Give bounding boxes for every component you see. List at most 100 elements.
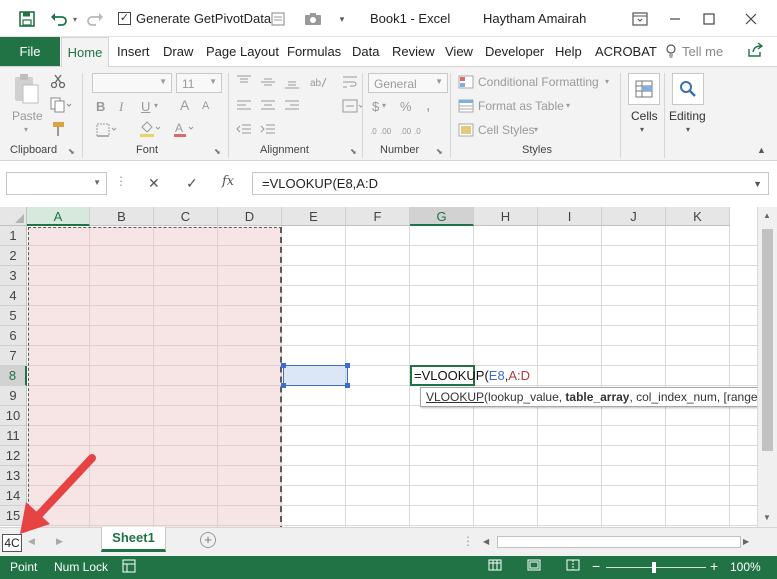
column-header-k[interactable]: K: [666, 207, 730, 226]
column-header-c[interactable]: C: [154, 207, 218, 226]
currency-dropdown-icon[interactable]: ▾: [382, 101, 386, 110]
fill-color-icon[interactable]: [138, 121, 162, 140]
conditional-formatting-icon[interactable]: [458, 75, 474, 92]
row-header-6[interactable]: 6: [0, 326, 27, 346]
lightbulb-icon[interactable]: [666, 44, 676, 61]
scroll-down-icon[interactable]: ▼: [763, 513, 771, 522]
align-bottom-icon[interactable]: [284, 75, 300, 92]
font-color-icon[interactable]: A: [172, 121, 196, 140]
column-header-e[interactable]: E: [282, 207, 346, 226]
column-header-j[interactable]: J: [602, 207, 666, 226]
cells-button-label[interactable]: Cells: [631, 109, 658, 123]
sheet-tab-sheet1[interactable]: Sheet1: [101, 527, 166, 552]
horizontal-scroll-thumb[interactable]: [497, 536, 741, 548]
select-all-button[interactable]: [0, 207, 27, 226]
tab-draw[interactable]: Draw: [163, 44, 193, 59]
magnifier-icon[interactable]: [672, 73, 704, 105]
row-header-7[interactable]: 7: [0, 346, 27, 366]
row-header-15[interactable]: 15: [0, 506, 27, 526]
font-name-combo[interactable]: ▼: [92, 73, 172, 93]
column-header-i[interactable]: I: [538, 207, 602, 226]
increase-indent-icon[interactable]: [260, 123, 276, 140]
tab-review[interactable]: Review: [392, 44, 435, 59]
worksheet-grid[interactable]: ABCDEFGHIJK 1 2 3 4 5 6 7 8 9 10 11 12 13 14 15 =VLOOK…: [0, 207, 757, 527]
vertical-scrollbar[interactable]: ▲ ▼: [757, 207, 777, 527]
user-name[interactable]: Haytham Amairah: [483, 11, 586, 26]
tab-acrobat[interactable]: ACROBAT: [595, 44, 657, 59]
zoom-slider-thumb[interactable]: [652, 562, 656, 573]
paste-icon[interactable]: [12, 73, 40, 110]
shrink-font-button[interactable]: A: [202, 100, 209, 112]
tab-insert[interactable]: Insert: [117, 44, 150, 59]
page-layout-view-icon[interactable]: [527, 559, 541, 574]
row-header-11[interactable]: 11: [0, 426, 27, 446]
page-break-view-icon[interactable]: [566, 559, 580, 574]
close-icon[interactable]: [740, 8, 762, 30]
align-top-icon[interactable]: [236, 75, 252, 92]
column-header-f[interactable]: F: [346, 207, 410, 226]
formula-input[interactable]: =VLOOKUP(E8,A:D ▼: [252, 172, 769, 195]
name-box[interactable]: ▼: [6, 172, 107, 195]
insert-function-button[interactable]: fx: [222, 174, 234, 189]
decrease-decimal-icon[interactable]: .00.0: [400, 123, 422, 140]
italic-button[interactable]: I: [119, 99, 123, 115]
conditional-formatting-button[interactable]: Conditional Formatting: [478, 75, 599, 89]
chevron-down-icon[interactable]: ▼: [93, 178, 101, 187]
row-header-4[interactable]: 4: [0, 286, 27, 306]
tab-data[interactable]: Data: [352, 44, 379, 59]
zoom-in-icon[interactable]: +: [710, 558, 718, 574]
row-header-14[interactable]: 14: [0, 486, 27, 506]
share-icon[interactable]: [747, 42, 764, 62]
vertical-scroll-thumb[interactable]: [762, 229, 773, 451]
row-header-5[interactable]: 5: [0, 306, 27, 326]
align-center-icon[interactable]: [260, 99, 276, 116]
save-icon[interactable]: [16, 8, 38, 30]
column-header-g[interactable]: G: [410, 207, 474, 226]
tab-view[interactable]: View: [445, 44, 473, 59]
row-header-9[interactable]: 9: [0, 386, 27, 406]
clipboard-launcher-icon[interactable]: ⬊: [68, 147, 75, 156]
active-cell[interactable]: =VLOOKUP(E8,A:D: [410, 365, 530, 386]
expand-formula-bar-icon[interactable]: ▼: [753, 179, 762, 189]
merge-center-icon[interactable]: [342, 99, 364, 116]
bold-button[interactable]: B: [96, 99, 105, 114]
undo-dropdown-icon[interactable]: ▾: [70, 8, 80, 30]
row-header-12[interactable]: 12: [0, 446, 27, 466]
orientation-icon[interactable]: ab: [310, 75, 332, 92]
format-as-table-button[interactable]: Format as Table: [478, 99, 564, 113]
scroll-up-icon[interactable]: ▲: [763, 211, 771, 220]
row-header-13[interactable]: 13: [0, 466, 27, 486]
cell-styles-icon[interactable]: [458, 123, 474, 140]
cell-styles-button[interactable]: Cell Styles: [478, 123, 535, 137]
collapse-ribbon-icon[interactable]: ▲: [757, 145, 766, 155]
currency-button[interactable]: $: [372, 99, 379, 114]
underline-button[interactable]: U: [141, 99, 150, 114]
add-sheet-icon[interactable]: +: [200, 532, 216, 548]
cells-icon[interactable]: [628, 73, 660, 105]
column-header-h[interactable]: H: [474, 207, 538, 226]
tab-split-handle[interactable]: ⋮: [462, 534, 474, 548]
camera-icon[interactable]: [302, 8, 324, 30]
comma-button[interactable]: ,: [426, 97, 430, 115]
number-launcher-icon[interactable]: ⬊: [436, 147, 443, 156]
column-header-a[interactable]: A: [27, 207, 90, 226]
font-size-combo[interactable]: 11 ▼: [176, 73, 222, 93]
font-launcher-icon[interactable]: ⬊: [214, 147, 221, 156]
percent-button[interactable]: %: [400, 99, 412, 114]
increase-decimal-icon[interactable]: .0.00: [370, 123, 392, 140]
undo-icon[interactable]: [48, 8, 70, 30]
row-header-8[interactable]: 8: [0, 366, 27, 386]
row-header-2[interactable]: 2: [0, 246, 27, 266]
redo-icon[interactable]: [84, 8, 106, 30]
minimize-icon[interactable]: [664, 8, 686, 30]
zoom-slider[interactable]: [606, 567, 706, 568]
format-painter-icon[interactable]: [50, 121, 66, 140]
normal-view-icon[interactable]: [488, 559, 502, 574]
copy-icon[interactable]: [50, 97, 72, 116]
formula-bar-splitter[interactable]: ⋮: [115, 174, 127, 188]
macro-recording-icon[interactable]: [122, 559, 136, 576]
scroll-left-icon[interactable]: ◀: [483, 537, 489, 546]
generate-pivotdata-checkbox[interactable]: ✓: [118, 12, 131, 25]
wrap-text-icon[interactable]: [342, 75, 358, 92]
tab-help[interactable]: Help: [555, 44, 582, 59]
